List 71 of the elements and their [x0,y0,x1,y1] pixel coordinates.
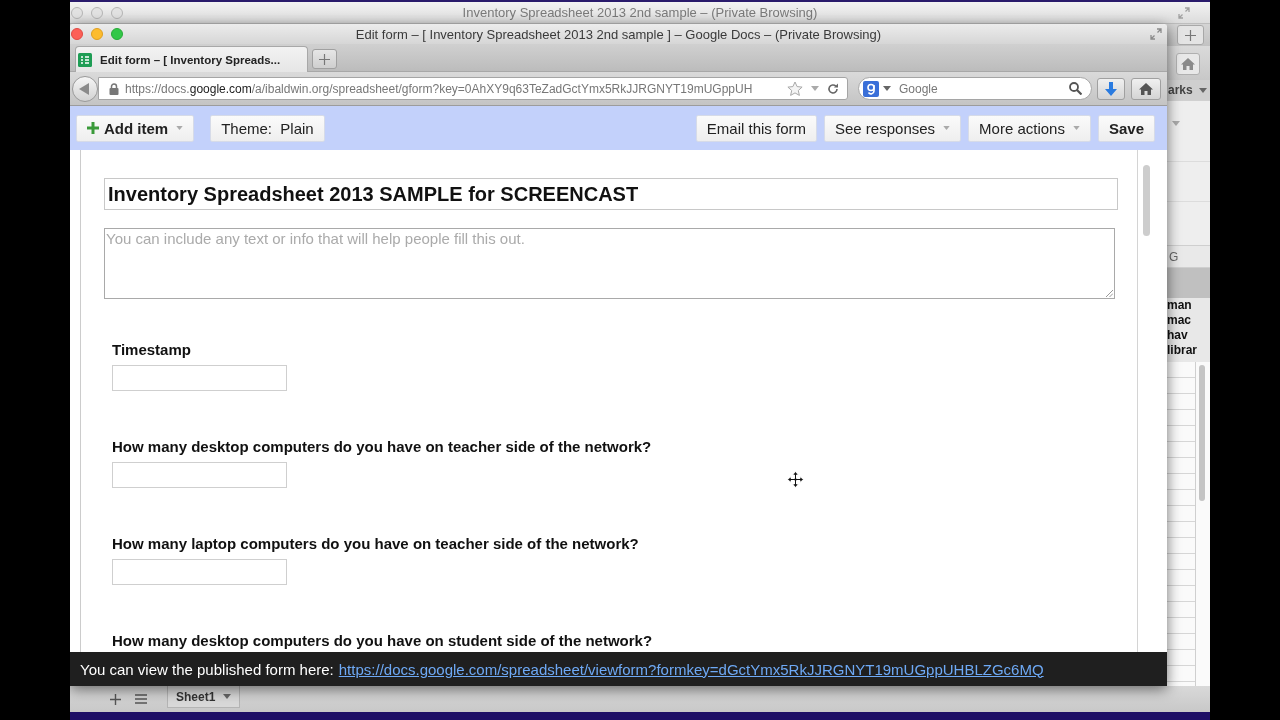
caret-icon [176,126,184,130]
url-text: https://docs.google.com/a/ibaldwin.org/spreadsheet/gform?key=0AhXY9q63TeZadGctYmx5RkJJRGNYT19mUGppUH [125,81,754,96]
spreadsheet-icon [78,52,92,67]
plus-icon [110,693,121,705]
caret-icon [943,126,951,130]
answer-field[interactable] [112,559,287,585]
question-label: Timestamp [112,341,191,359]
add-item-button[interactable]: Add item [76,114,195,142]
scrollbar-thumb[interactable] [1199,365,1205,501]
sheet-list-button[interactable] [135,694,147,704]
home-icon [1139,82,1153,95]
notice-text: You can view the published form here: [80,660,334,678]
search-field[interactable]: Google [858,77,1092,100]
scrollbar-thumb[interactable] [1143,165,1150,236]
lock-icon [109,82,119,95]
maximize-icon[interactable] [111,6,123,19]
spreadsheet-header-row [1167,268,1210,298]
search-engine-icon[interactable] [863,80,879,97]
back-arrow-icon [79,82,89,95]
caret-icon[interactable] [883,86,891,91]
address-field[interactable]: https://docs.google.com/a/ibaldwin.org/spreadsheet/gform?key=0AhXY9q63TeZadGctYmx5RkJJRGNYT19mUGppUH [98,77,848,100]
answer-field[interactable] [112,462,287,488]
download-button[interactable] [1097,77,1125,100]
star-icon[interactable] [787,80,803,97]
question-label: How many desktop computers do you have on teacher side of the network? [112,438,652,456]
cell-text: mac [1167,313,1193,328]
fullscreen-icon[interactable] [1150,28,1162,40]
toolbar-button[interactable]: Email this form [695,114,817,142]
list-icon [135,694,147,704]
question-label: How many desktop computers do you have on student side of the network? [112,632,653,650]
caret-icon [1172,121,1180,126]
caret-icon [1072,126,1080,130]
plus-icon [87,122,99,134]
sheet-tab[interactable]: Sheet1 [167,686,241,708]
form-title-field[interactable]: Inventory Spreadsheet 2013 SAMPLE for SCREENCAST [104,178,1118,210]
home-button[interactable] [1131,77,1161,100]
move-cursor-icon [787,471,804,488]
minimize-icon[interactable] [91,28,103,40]
add-sheet-button[interactable] [110,693,121,705]
home-button[interactable] [1176,53,1200,75]
save-button[interactable]: Save [1097,114,1155,142]
maximize-icon[interactable] [111,28,123,40]
new-tab-button[interactable] [312,49,337,69]
window-title: Inventory Spreadsheet 2013 2nd sample – (Private Browsing) [462,5,818,20]
search-icon[interactable] [1069,82,1082,95]
dropdown-button[interactable]: More actions [968,114,1091,142]
cell-text: man [1167,298,1193,313]
caret-icon [223,694,232,699]
published-form-link[interactable]: https://docs.google.com/spreadsheet/viewform?formkey=dGctYmx5RkJJRGNYT19mUGppUHBLZGc6MQ [338,660,1044,678]
column-header: G [1169,249,1179,264]
close-icon[interactable] [71,28,83,40]
caret-icon [1198,87,1207,93]
resize-grip-icon[interactable] [1105,289,1113,297]
browser-tab[interactable]: Edit form – [ Inventory Spreads... [75,46,308,72]
home-icon [1181,58,1195,70]
plus-icon [319,53,330,65]
cell-text: hav [1167,328,1189,343]
fullscreen-icon[interactable] [1178,6,1190,19]
toolbar-button[interactable]: Theme: Plain [210,114,325,142]
close-icon[interactable] [71,6,83,19]
download-arrow-icon [1105,81,1117,96]
window-title: Edit form – [ Inventory Spreadsheet 2013 2nd sample ] – Google Docs – (Private Browsing) [355,26,882,42]
plus-icon [1185,29,1196,41]
cell-text: librar [1167,343,1198,358]
reload-icon[interactable] [827,82,839,95]
minimize-icon[interactable] [91,6,103,19]
dropdown-button[interactable]: See responses [824,114,962,142]
new-tab-button[interactable] [1177,25,1204,45]
question-label: How many laptop computers do you have on teacher side of the network? [112,535,639,553]
back-button[interactable] [72,75,98,102]
answer-field[interactable] [112,365,287,391]
